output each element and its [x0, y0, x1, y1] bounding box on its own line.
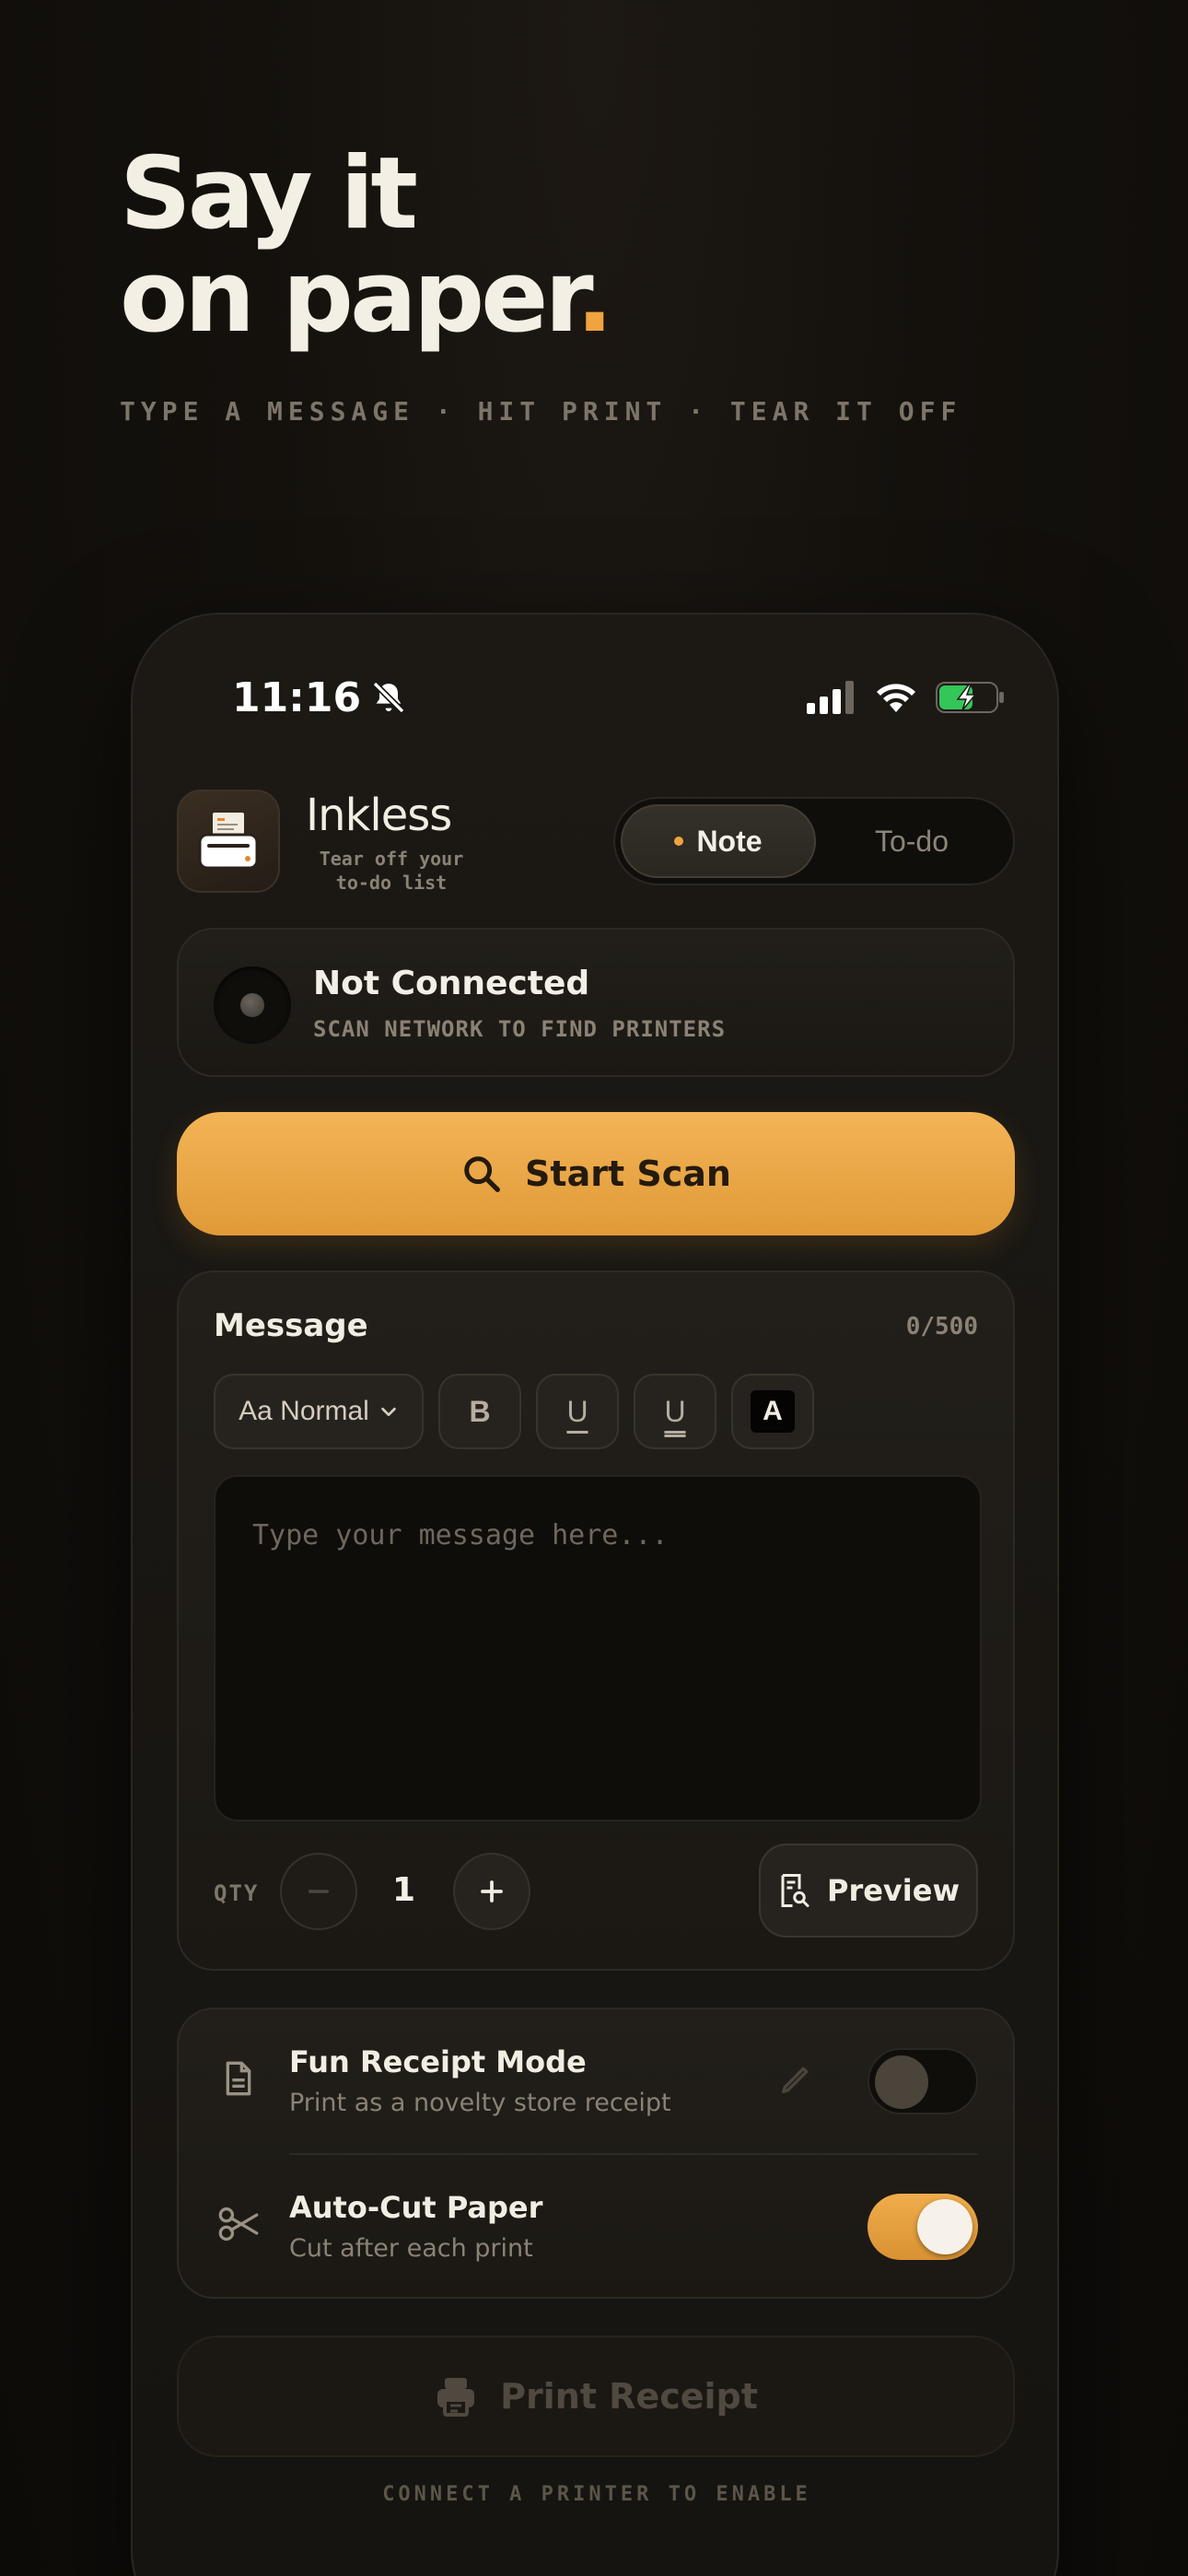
underline-label: U	[566, 1394, 588, 1428]
app-icon	[177, 790, 280, 893]
search-icon	[464, 1156, 500, 1192]
status-bar: 11:16	[232, 670, 1006, 725]
invert-label: A	[751, 1390, 795, 1433]
fun-receipt-subtitle: Print as a novelty store receipt	[289, 2089, 671, 2117]
wifi-icon	[877, 684, 915, 712]
preview-button[interactable]: Preview	[759, 1844, 978, 1938]
text-size-value: Aa Normal	[239, 1396, 369, 1426]
app-header: Inkless Tear off your to-do list Note To…	[177, 790, 1015, 894]
fun-receipt-toggle[interactable]	[868, 2048, 978, 2114]
app-tagline: Tear off your to-do list	[319, 848, 464, 894]
hero-title: Say it on paper.	[120, 136, 613, 355]
options-card: Fun Receipt Mode Print as a novelty stor…	[177, 2008, 1015, 2299]
toggle-knob	[875, 2055, 928, 2109]
connection-title: Not Connected	[313, 965, 590, 1002]
hero-subtitle: TYPE A MESSAGE · HIT PRINT · TEAR IT OFF	[120, 396, 962, 427]
bold-button[interactable]: B	[438, 1374, 521, 1449]
auto-cut-subtitle: Cut after each print	[289, 2234, 533, 2263]
phone-frame: 11:16 Inkless Tear off your to-do list N…	[131, 613, 1059, 2576]
connection-indicator-icon	[214, 966, 291, 1044]
message-card: Message 0/500 Aa Normal B U U A Type you…	[177, 1270, 1015, 1971]
connection-card: Not Connected SCAN NETWORK TO FIND PRINT…	[177, 928, 1015, 1077]
tab-note[interactable]: Note	[621, 804, 816, 878]
plus-icon	[481, 1880, 503, 1903]
hero-title-line2: on paper.	[120, 240, 613, 355]
scissors-icon	[215, 2201, 262, 2247]
message-input[interactable]: Type your message here...	[214, 1475, 982, 1821]
status-icons	[807, 681, 1006, 714]
print-receipt-label: Print Receipt	[500, 2376, 758, 2417]
clock: 11:16	[232, 673, 362, 721]
double-underline-button[interactable]: U	[634, 1374, 716, 1449]
chevron-down-icon	[381, 1407, 396, 1417]
printer-icon	[437, 2378, 475, 2417]
bold-label: B	[469, 1394, 491, 1428]
print-receipt-button[interactable]: Print Receipt	[177, 2336, 1015, 2457]
status-time: 11:16	[232, 674, 407, 721]
qty-increment-button[interactable]	[453, 1853, 530, 1930]
hero-title-dot: .	[576, 240, 613, 355]
preview-label: Preview	[826, 1873, 961, 1908]
format-toolbar: Aa Normal B U U A	[214, 1374, 814, 1449]
print-hint: CONNECT A PRINTER TO ENABLE	[382, 2483, 811, 2506]
connection-subtitle: SCAN NETWORK TO FIND PRINTERS	[313, 1016, 727, 1042]
printer-icon	[198, 813, 259, 870]
option-fun-receipt: Fun Receipt Mode Print as a novelty stor…	[179, 2009, 1013, 2153]
qty-label: QTY	[214, 1880, 260, 1906]
pencil-icon[interactable]	[777, 2061, 814, 2098]
underline-button[interactable]: U	[536, 1374, 619, 1449]
cellular-signal-icon	[807, 681, 854, 714]
mode-switch: Note To-do	[613, 797, 1015, 885]
start-scan-label: Start Scan	[525, 1153, 731, 1194]
battery-charging-icon	[936, 682, 1004, 713]
start-scan-button[interactable]: Start Scan	[177, 1112, 1015, 1235]
message-placeholder: Type your message here...	[252, 1519, 669, 1551]
double-underline-label: U	[664, 1394, 686, 1428]
document-icon	[215, 2055, 262, 2102]
qty-value: 1	[392, 1871, 416, 1909]
auto-cut-toggle[interactable]	[868, 2194, 978, 2260]
invert-button[interactable]: A	[731, 1374, 814, 1449]
message-label: Message	[214, 1307, 368, 1344]
qty-decrement-button[interactable]	[280, 1853, 357, 1930]
hero-title-line1: Say it	[120, 136, 418, 252]
bell-slash-icon	[372, 681, 405, 714]
auto-cut-title: Auto-Cut Paper	[289, 2190, 543, 2225]
character-count: 0/500	[905, 1313, 978, 1341]
tab-todo[interactable]: To-do	[816, 804, 1007, 878]
receipt-preview-icon	[781, 1874, 809, 1907]
tab-note-label: Note	[696, 824, 763, 858]
text-size-select[interactable]: Aa Normal	[214, 1374, 424, 1449]
tab-todo-label: To-do	[874, 824, 949, 858]
option-auto-cut: Auto-Cut Paper Cut after each print	[179, 2155, 1013, 2299]
toggle-knob	[917, 2199, 973, 2254]
minus-icon	[308, 1890, 330, 1893]
fun-receipt-title: Fun Receipt Mode	[289, 2044, 587, 2079]
active-dot-icon	[674, 837, 684, 846]
app-name: Inkless	[306, 790, 452, 841]
